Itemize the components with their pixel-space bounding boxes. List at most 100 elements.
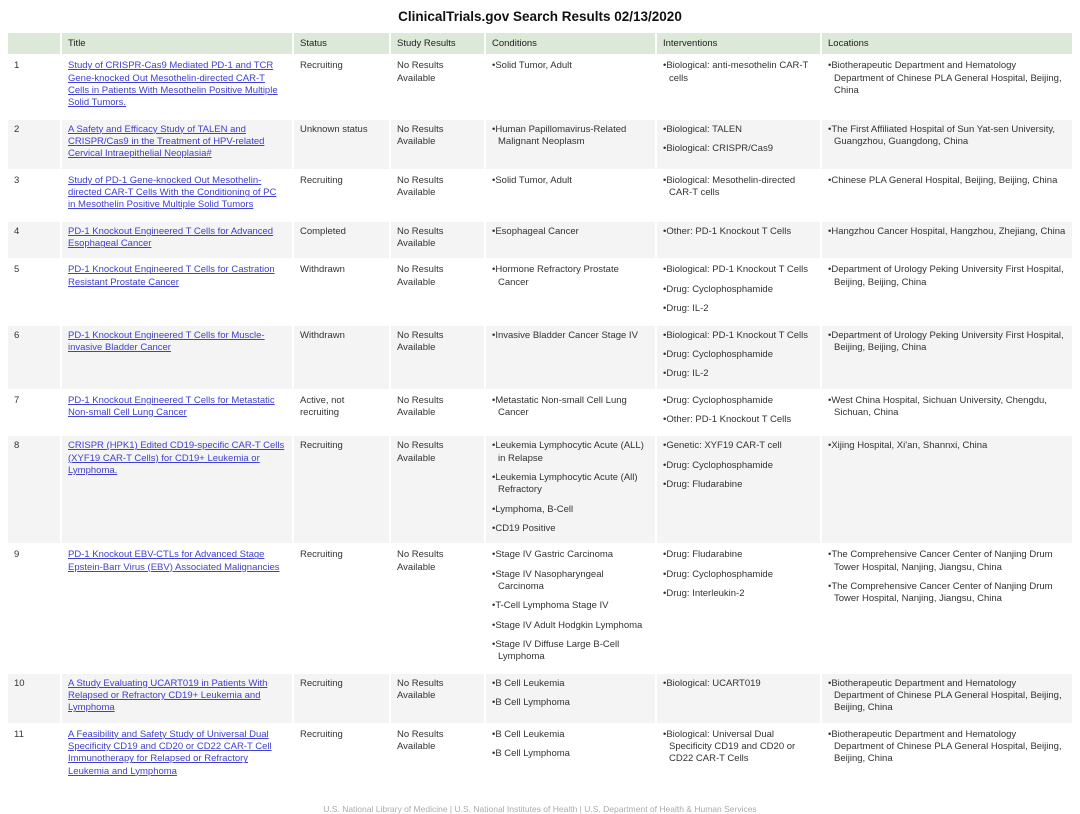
trial-study-results: No Results Available bbox=[391, 170, 484, 220]
trial-study-results: No Results Available bbox=[391, 724, 484, 787]
location-item: West China Hospital, Sichuan University,… bbox=[828, 395, 1066, 420]
table-row: 7 PD-1 Knockout Engineered T Cells for Me… bbox=[8, 390, 1072, 435]
intervention-item: Drug: Cyclophosphamide bbox=[663, 395, 814, 407]
intervention-item: Biological: CRISPR/Cas9 bbox=[663, 143, 814, 155]
trial-title-link[interactable]: PD-1 Knockout Engineered T Cells for Met… bbox=[68, 395, 275, 418]
condition-item: Metastatic Non-small Cell Lung Cancer bbox=[492, 395, 649, 420]
trial-title-cell: PD-1 Knockout Engineered T Cells for Mus… bbox=[62, 325, 292, 389]
results-table: Title Status Study Results Conditions In… bbox=[6, 31, 1074, 788]
trial-title-link[interactable]: A Study Evaluating UCART019 in Patients … bbox=[68, 678, 267, 714]
location-item: The Comprehensive Cancer Center of Nanji… bbox=[828, 581, 1066, 606]
intervention-item: Biological: PD-1 Knockout T Cells bbox=[663, 330, 814, 342]
trial-study-results: No Results Available bbox=[391, 56, 484, 118]
condition-item: Solid Tumor, Adult bbox=[492, 60, 649, 72]
location-item: Department of Urology Peking University … bbox=[828, 264, 1066, 289]
trial-title-link[interactable]: PD-1 Knockout Engineered T Cells for Adv… bbox=[68, 226, 273, 249]
page-title: ClinicalTrials.gov Search Results 02/13/… bbox=[398, 9, 682, 24]
condition-item: Leukemia Lymphocytic Acute (All) Refract… bbox=[492, 472, 649, 497]
column-header-study-results: Study Results bbox=[391, 33, 484, 55]
intervention-item: Biological: Mesothelin-directed CAR-T ce… bbox=[663, 175, 814, 200]
condition-item: CD19 Positive bbox=[492, 523, 649, 535]
table-row: 5 PD-1 Knockout Engineered T Cells for Ca… bbox=[8, 260, 1072, 324]
trial-title-link[interactable]: PD-1 Knockout EBV-CTLs for Advanced Stag… bbox=[68, 549, 280, 572]
column-header-title: Title bbox=[62, 33, 292, 55]
intervention-item: Drug: Fludarabine bbox=[663, 479, 814, 491]
trial-interventions: Other: PD-1 Knockout T Cells bbox=[657, 221, 820, 259]
column-header-conditions: Conditions bbox=[486, 33, 655, 55]
trial-title-cell: CRISPR (HPK1) Edited CD19-specific CAR-T… bbox=[62, 436, 292, 544]
trial-title-cell: PD-1 Knockout Engineered T Cells for Met… bbox=[62, 390, 292, 435]
trial-status: Recruiting bbox=[294, 436, 389, 544]
row-number: 9 bbox=[8, 545, 60, 672]
trial-status: Recruiting bbox=[294, 545, 389, 672]
trial-interventions: Biological: PD-1 Knockout T Cells Drug: C… bbox=[657, 260, 820, 324]
trial-title-cell: Study of PD-1 Gene-knocked Out Mesotheli… bbox=[62, 170, 292, 220]
intervention-item: Drug: Cyclophosphamide bbox=[663, 460, 814, 472]
condition-item: Hormone Refractory Prostate Cancer bbox=[492, 264, 649, 289]
intervention-item: Biological: TALEN bbox=[663, 124, 814, 136]
row-number: 10 bbox=[8, 673, 60, 723]
trial-locations: Biotherapeutic Department and Hematology… bbox=[822, 724, 1072, 787]
intervention-item: Biological: anti-mesothelin CAR-T cells bbox=[663, 60, 814, 85]
column-header-rank bbox=[8, 33, 60, 55]
row-number: 4 bbox=[8, 221, 60, 259]
trial-title-cell: A Study Evaluating UCART019 in Patients … bbox=[62, 673, 292, 723]
trial-title-cell: PD-1 Knockout EBV-CTLs for Advanced Stag… bbox=[62, 545, 292, 672]
condition-item: Leukemia Lymphocytic Acute (ALL) in Rela… bbox=[492, 440, 649, 465]
condition-item: Invasive Bladder Cancer Stage IV bbox=[492, 330, 649, 342]
trial-conditions: Stage IV Gastric Carcinoma Stage IV Nasop… bbox=[486, 545, 655, 672]
trial-interventions: Genetic: XYF19 CAR-T cell Drug: Cyclophos… bbox=[657, 436, 820, 544]
intervention-item: Drug: Interleukin-2 bbox=[663, 588, 814, 600]
trial-title-link[interactable]: A Safety and Efficacy Study of TALEN and… bbox=[68, 124, 264, 160]
intervention-item: Biological: UCART019 bbox=[663, 678, 814, 690]
condition-item: Esophageal Cancer bbox=[492, 226, 649, 238]
trial-study-results: No Results Available bbox=[391, 260, 484, 324]
trial-study-results: No Results Available bbox=[391, 673, 484, 723]
intervention-item: Drug: IL-2 bbox=[663, 303, 814, 315]
trial-title-cell: Study of CRISPR-Cas9 Mediated PD-1 and T… bbox=[62, 56, 292, 118]
location-item: Chinese PLA General Hospital, Beijing, B… bbox=[828, 175, 1066, 187]
location-item: Biotherapeutic Department and Hematology… bbox=[828, 729, 1066, 766]
trial-interventions: Biological: anti-mesothelin CAR-T cells bbox=[657, 56, 820, 118]
trial-title-link[interactable]: PD-1 Knockout Engineered T Cells for Mus… bbox=[68, 330, 265, 353]
table-row: 10 A Study Evaluating UCART019 in Patient… bbox=[8, 673, 1072, 723]
intervention-item: Genetic: XYF19 CAR-T cell bbox=[663, 440, 814, 452]
location-item: Hangzhou Cancer Hospital, Hangzhou, Zhej… bbox=[828, 226, 1066, 238]
table-row: 3 Study of PD-1 Gene-knocked Out Mesothel… bbox=[8, 170, 1072, 220]
condition-item: Human Papillomavirus-Related Malignant N… bbox=[492, 124, 649, 149]
intervention-item: Biological: Universal Dual Specificity C… bbox=[663, 729, 814, 766]
trial-locations: Hangzhou Cancer Hospital, Hangzhou, Zhej… bbox=[822, 221, 1072, 259]
trial-locations: The Comprehensive Cancer Center of Nanji… bbox=[822, 545, 1072, 672]
condition-item: Stage IV Gastric Carcinoma bbox=[492, 549, 649, 561]
intervention-item: Drug: Cyclophosphamide bbox=[663, 284, 814, 296]
column-header-status: Status bbox=[294, 33, 389, 55]
trial-conditions: B Cell Leukemia B Cell Lymphoma bbox=[486, 724, 655, 787]
intervention-item: Drug: Cyclophosphamide bbox=[663, 349, 814, 361]
trial-conditions: B Cell Leukemia B Cell Lymphoma bbox=[486, 673, 655, 723]
location-item: The Comprehensive Cancer Center of Nanji… bbox=[828, 549, 1066, 574]
trial-title-cell: PD-1 Knockout Engineered T Cells for Cas… bbox=[62, 260, 292, 324]
trial-conditions: Solid Tumor, Adult bbox=[486, 170, 655, 220]
trial-title-link[interactable]: Study of PD-1 Gene-knocked Out Mesotheli… bbox=[68, 175, 276, 211]
trial-title-link[interactable]: A Feasibility and Safety Study of Univer… bbox=[68, 729, 272, 777]
trial-study-results: No Results Available bbox=[391, 545, 484, 672]
trial-title-link[interactable]: Study of CRISPR-Cas9 Mediated PD-1 and T… bbox=[68, 60, 278, 108]
trial-locations: West China Hospital, Sichuan University,… bbox=[822, 390, 1072, 435]
condition-item: Solid Tumor, Adult bbox=[492, 175, 649, 187]
location-item: Biotherapeutic Department and Hematology… bbox=[828, 678, 1066, 715]
row-number: 7 bbox=[8, 390, 60, 435]
intervention-item: Other: PD-1 Knockout T Cells bbox=[663, 414, 814, 426]
trial-study-results: No Results Available bbox=[391, 325, 484, 389]
trial-study-results: No Results Available bbox=[391, 390, 484, 435]
table-row: 8 CRISPR (HPK1) Edited CD19-specific CAR-… bbox=[8, 436, 1072, 544]
trial-title-cell: A Feasibility and Safety Study of Univer… bbox=[62, 724, 292, 787]
trial-title-link[interactable]: PD-1 Knockout Engineered T Cells for Cas… bbox=[68, 264, 275, 287]
trial-interventions: Biological: TALEN Biological: CRISPR/Cas9 bbox=[657, 119, 820, 169]
trial-title-link[interactable]: CRISPR (HPK1) Edited CD19-specific CAR-T… bbox=[68, 440, 284, 476]
footer-agency-links: U.S. National Library of Medicine | U.S.… bbox=[323, 804, 757, 814]
table-row: 1 Study of CRISPR-Cas9 Mediated PD-1 and … bbox=[8, 56, 1072, 118]
trial-interventions: Biological: Universal Dual Specificity C… bbox=[657, 724, 820, 787]
intervention-item: Biological: PD-1 Knockout T Cells bbox=[663, 264, 814, 276]
trial-conditions: Human Papillomavirus-Related Malignant N… bbox=[486, 119, 655, 169]
location-item: Xijing Hospital, Xi'an, Shannxi, China bbox=[828, 440, 1066, 452]
